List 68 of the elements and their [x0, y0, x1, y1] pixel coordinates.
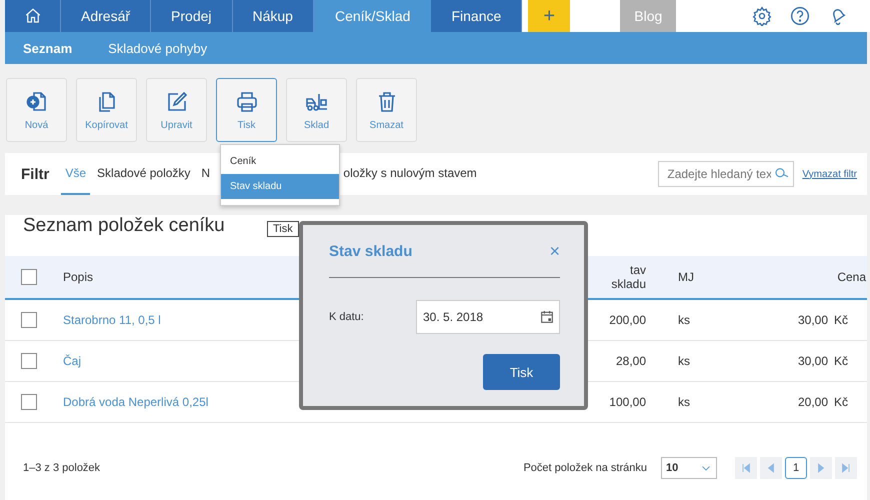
dialog-title: Stav skladu	[329, 242, 412, 260]
nav-tab[interactable]: Prodej	[151, 0, 232, 32]
per-page-label: Počet položek na stránku	[523, 462, 647, 474]
toolbar-button[interactable]: Sklad	[286, 78, 347, 142]
previous-page-button[interactable]	[760, 457, 782, 479]
row-checkbox[interactable]	[21, 312, 37, 328]
previous-page-icon	[765, 462, 777, 474]
column-header: tav skladu	[610, 263, 646, 291]
pager-summary: 1–3 z 3 položek	[23, 462, 100, 474]
add-document-icon	[24, 90, 48, 114]
filter-tab[interactable]: Skladové položky	[93, 153, 194, 195]
table-cell-text: Kč	[833, 354, 848, 368]
table-cell-text: ks	[677, 354, 691, 368]
add-button[interactable]: +	[528, 0, 570, 32]
next-page-button[interactable]	[810, 457, 832, 479]
blog-button[interactable]: Blog	[620, 0, 676, 32]
table-cell-text: 100,00	[608, 395, 646, 409]
sub-tab[interactable]: Skladové pohyby	[90, 32, 226, 64]
last-page-icon	[840, 462, 852, 474]
close-button[interactable]: ×	[549, 240, 560, 262]
table-cell-text: Kč	[833, 395, 848, 409]
row-checkbox[interactable]	[21, 394, 37, 410]
home-icon	[24, 7, 42, 25]
select-all-checkbox[interactable]	[21, 269, 37, 285]
first-page-button[interactable]	[735, 457, 757, 479]
list-title: Seznam položek ceníku	[23, 215, 225, 238]
menu-item[interactable]: Ceník	[221, 149, 339, 174]
date-field[interactable]: 30. 5. 2018	[416, 300, 560, 334]
filter-tab[interactable]: oložky s nulovým stavem	[339, 153, 481, 195]
sub-tab[interactable]: Seznam	[5, 32, 90, 64]
table-cell-text: ks	[677, 395, 691, 409]
toolbar-button[interactable]: Tisk	[216, 78, 277, 142]
nav-tab[interactable]: Ceník/Sklad	[314, 0, 432, 32]
filter-title: Filtr	[21, 166, 50, 182]
tooltip: Tisk	[267, 221, 299, 237]
column-header: MJ	[677, 270, 695, 284]
home-button[interactable]	[5, 0, 61, 32]
printer-icon	[234, 90, 258, 114]
help-icon[interactable]	[790, 6, 810, 26]
table-cell-text: ks	[677, 313, 691, 327]
toolbar-button[interactable]: Kopírovat	[76, 78, 137, 142]
table-cell-text: 20,00	[796, 395, 828, 409]
filter-tab[interactable]: Vše	[61, 153, 90, 195]
next-page-icon	[815, 462, 827, 474]
row-checkbox[interactable]	[21, 353, 37, 369]
calendar-icon	[539, 309, 555, 325]
page-number-button[interactable]: 1	[785, 457, 807, 479]
nav-tab[interactable]: Nákup	[232, 0, 314, 32]
gear-icon[interactable]	[752, 6, 772, 26]
per-page-select[interactable]: 10	[661, 457, 717, 479]
nav-tab[interactable]: Adresář	[61, 0, 152, 32]
first-page-icon	[740, 462, 752, 474]
toolbar-button[interactable]: Smazat	[356, 78, 417, 142]
table-cell-text: 200,00	[608, 313, 646, 327]
column-header: Cena	[836, 270, 866, 284]
print-button[interactable]: Tisk	[483, 354, 560, 390]
toolbar-button[interactable]: Upravit	[146, 78, 207, 142]
table-cell-text: Kč	[833, 313, 848, 327]
table-cell-text: 28,00	[614, 354, 646, 368]
table-cell-text: 30,00	[796, 354, 828, 368]
toolbar-button[interactable]: Nová	[6, 78, 67, 142]
menu-item[interactable]: Stav skladu	[221, 174, 339, 199]
date-label: K datu:	[329, 311, 364, 323]
column-header: Popis	[63, 270, 94, 284]
last-page-button[interactable]	[835, 457, 857, 479]
table-cell-text: 30,00	[796, 313, 828, 327]
nav-tab[interactable]: Finance	[431, 0, 522, 32]
clear-filter-link[interactable]: Vymazat filtr	[802, 168, 857, 180]
